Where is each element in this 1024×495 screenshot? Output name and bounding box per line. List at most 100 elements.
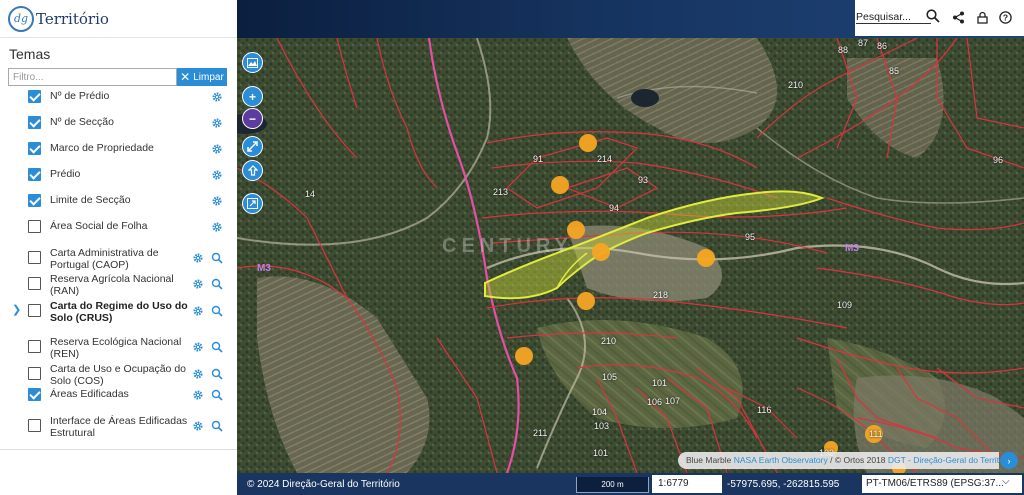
layer-checkbox[interactable]: [28, 194, 41, 207]
search-icon[interactable]: [211, 252, 223, 264]
gear-icon[interactable]: [192, 368, 204, 380]
layer-item[interactable]: Nº de Secção: [0, 110, 237, 136]
crs-select[interactable]: PT-TM06/ETRS89 (EPSG:37...: [862, 475, 1022, 493]
logo-text: Território: [36, 9, 109, 28]
layer-checkbox[interactable]: [28, 304, 41, 317]
full-extent-button[interactable]: [242, 136, 263, 157]
parcel-number: 101: [593, 448, 609, 458]
search-icon[interactable]: [211, 341, 223, 353]
parcel-number: 93: [638, 175, 649, 185]
search-icon[interactable]: [211, 389, 223, 401]
gear-icon[interactable]: [211, 195, 223, 207]
parcel-number: 104: [592, 407, 608, 417]
layer-label: Área Social de Folha: [50, 220, 148, 232]
layer-checkbox[interactable]: [28, 142, 41, 155]
search-icon[interactable]: [211, 305, 223, 317]
parcel-number: 14: [305, 189, 316, 199]
layers-panel: dg Território Temas ✕ Limpar Nº de Prédi…: [0, 0, 237, 495]
attribution-toggle-button[interactable]: ›: [1000, 452, 1018, 469]
parcel-number: 211: [533, 428, 548, 438]
location-button[interactable]: [242, 160, 263, 181]
attribution-prefix: Blue Marble: [686, 455, 732, 465]
layer-checkbox[interactable]: [28, 251, 41, 264]
gear-icon[interactable]: [211, 117, 223, 129]
parcel-number: 111: [869, 429, 883, 439]
export-icon: [247, 198, 258, 209]
layer-item[interactable]: Prédio: [0, 162, 237, 188]
parcel-number: 213: [493, 187, 509, 197]
map-attribution: Blue Marble NASA Earth Observatory / © O…: [678, 452, 999, 469]
search-field[interactable]: Pesquisar...: [856, 11, 931, 24]
layer-checkbox[interactable]: [28, 220, 41, 233]
zoom-in-button[interactable]: +: [242, 86, 263, 107]
help-icon[interactable]: ?: [999, 11, 1012, 24]
cursor-coordinates: -57975.695, -262815.595: [727, 479, 840, 490]
gear-icon[interactable]: [211, 169, 223, 181]
parcel-number: 87: [858, 38, 869, 48]
panel-title: Temas: [9, 46, 51, 62]
basemap-button[interactable]: [242, 52, 263, 73]
gear-icon[interactable]: [192, 305, 204, 317]
layer-item[interactable]: Carta de Uso e Ocupação do Solo (COS): [0, 356, 237, 387]
layer-item[interactable]: Interface de Áreas Edificadas Estrutural: [0, 408, 237, 439]
parcel-number: 94: [609, 203, 620, 213]
lock-icon[interactable]: [976, 11, 989, 24]
chevron-right-icon[interactable]: ❯: [12, 303, 21, 316]
gear-icon[interactable]: [211, 143, 223, 155]
search-icon[interactable]: [211, 278, 223, 290]
layer-checkbox[interactable]: [28, 419, 41, 432]
layer-checkbox[interactable]: [28, 340, 41, 353]
layer-item[interactable]: Nº de Prédio: [0, 84, 237, 110]
svg-text:M3: M3: [257, 263, 271, 274]
chevron-down-icon[interactable]: ⌵: [1002, 476, 1010, 487]
minus-icon: −: [248, 111, 256, 126]
nasa-link[interactable]: NASA Earth Observatory: [734, 455, 828, 465]
dgt-link[interactable]: DGT - Direção-Geral do Território: [888, 455, 999, 465]
layer-checkbox[interactable]: [28, 388, 41, 401]
gear-icon[interactable]: [211, 91, 223, 103]
layer-checkbox[interactable]: [28, 116, 41, 129]
scale-ratio[interactable]: 1:6779: [652, 475, 722, 493]
layer-checkbox[interactable]: [28, 277, 41, 290]
search-icon[interactable]: [211, 368, 223, 380]
layer-item[interactable]: Reserva Ecológica Nacional (REN): [0, 329, 237, 360]
gear-icon[interactable]: [211, 221, 223, 233]
image-icon: [247, 57, 258, 68]
layer-label: Áreas Edificadas: [50, 388, 129, 400]
copyright: © 2024 Direção-Geral do Território: [247, 479, 400, 490]
gear-icon[interactable]: [192, 252, 204, 264]
export-button[interactable]: [242, 193, 263, 214]
layer-item[interactable]: Área Social de Folha: [0, 214, 237, 240]
share-icon[interactable]: [952, 11, 965, 24]
layer-item[interactable]: Carta Administrativa de Portugal (CAOP): [0, 240, 237, 271]
map-view[interactable]: M3 M3 88 87 86 85 91 214 93 213 14 94 95 109 210 101 1…: [237, 38, 1024, 473]
parcel-number: 109: [837, 300, 853, 310]
search-icon[interactable]: [926, 9, 940, 23]
satellite-imagery: M3 M3: [237, 38, 1024, 473]
gear-icon[interactable]: [192, 420, 204, 432]
parcel-number: 106: [647, 397, 663, 407]
layer-checkbox[interactable]: [28, 367, 41, 380]
layer-item[interactable]: Reserva Agrícola Nacional (RAN): [0, 266, 237, 297]
layer-checkbox[interactable]: [28, 168, 41, 181]
zoom-out-button[interactable]: −: [242, 108, 263, 129]
attribution-mid: / © Ortos 2018: [830, 455, 888, 465]
layer-item[interactable]: Limite de Secção: [0, 188, 237, 214]
parcel-number: 210: [788, 80, 804, 90]
gear-icon[interactable]: [192, 341, 204, 353]
clear-filter-label: Limpar: [193, 71, 224, 83]
layer-item[interactable]: Marco de Propriedade: [0, 136, 237, 162]
watermark: CENTURY: [442, 235, 573, 257]
parcel-number: 218: [653, 290, 669, 300]
search-icon[interactable]: [211, 420, 223, 432]
logo[interactable]: dg Território: [0, 0, 237, 38]
layer-list: Nº de Prédio Nº de Secção Marco de Proprie…: [0, 84, 237, 446]
layer-item[interactable]: Áreas Edificadas: [0, 382, 237, 408]
gear-icon[interactable]: [192, 278, 204, 290]
parcel-number: 86: [877, 41, 888, 51]
layer-item[interactable]: ❯ Carta do Regime do Uso do Solo (CRUS): [0, 293, 237, 324]
parcel-number: 95: [745, 232, 756, 242]
gear-icon[interactable]: [192, 389, 204, 401]
layer-checkbox[interactable]: [28, 90, 41, 103]
parcel-number: 116: [757, 405, 772, 415]
